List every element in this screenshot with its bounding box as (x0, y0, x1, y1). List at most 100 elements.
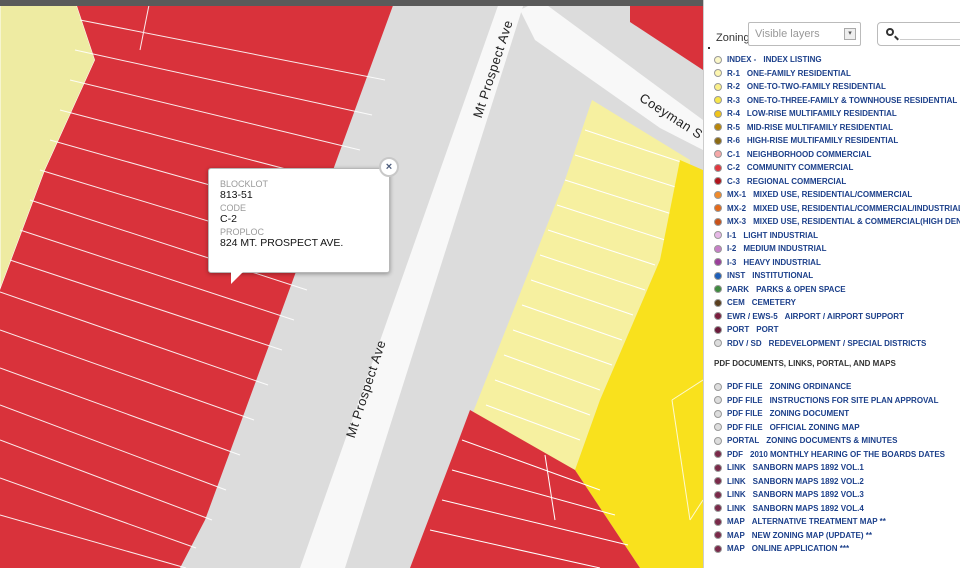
document-type: MAP (727, 530, 745, 540)
popup-value-proploc: 824 MT. PROSPECT AVE. (220, 237, 344, 249)
document-type: LINK (727, 503, 746, 513)
legend-swatch (714, 325, 722, 334)
popup-label-blocklot: BLOCKLOT (220, 179, 269, 189)
legend-item[interactable]: MX-2 MIXED USE, RESIDENTIAL/COMMERCIAL/IN… (714, 202, 960, 216)
document-type: LINK (727, 463, 746, 473)
close-icon[interactable]: × (379, 157, 399, 177)
document-title: SANBORN MAPS 1892 VOL.1 (752, 463, 864, 473)
legend-item[interactable]: R-1 ONE-FAMILY RESIDENTIAL (714, 67, 960, 81)
legend-item[interactable]: C-3 REGIONAL COMMERCIAL (714, 175, 960, 189)
document-link[interactable]: LINK SANBORN MAPS 1892 VOL.4 (714, 502, 960, 516)
legend-description: MIXED USE, RESIDENTIAL/COMMERCIAL/INDUST… (753, 203, 960, 213)
search-icon (886, 28, 894, 36)
legend-swatch (714, 82, 722, 91)
legend-swatch (714, 123, 722, 132)
map-canvas[interactable] (0, 0, 703, 568)
legend-item[interactable]: PORT PORT (714, 323, 960, 337)
popup-pointer (231, 272, 243, 284)
popup-label-code: CODE (220, 203, 247, 213)
legend-code: RDV / SD (727, 338, 762, 348)
legend-item[interactable]: R-2 ONE-TO-TWO-FAMILY RESIDENTIAL (714, 80, 960, 94)
legend-description: MIXED USE, RESIDENTIAL & COMMERCIAL(HIGH… (753, 217, 960, 227)
visible-layers-dropdown[interactable]: Visible layers ▾ (748, 22, 861, 46)
bullet-marker (708, 47, 710, 49)
document-type: LINK (727, 490, 746, 500)
legend-item[interactable]: CEM CEMETERY (714, 296, 960, 310)
legend-description: PARKS & OPEN SPACE (756, 284, 846, 294)
document-bullet-icon (714, 517, 722, 526)
legend-code: R-4 (727, 109, 740, 119)
document-title: ZONING ORDINANCE (769, 382, 852, 392)
document-link[interactable]: MAP ALTERNATIVE TREATMENT MAP ** (714, 515, 960, 529)
document-link[interactable]: PDF FILE INSTRUCTIONS FOR SITE PLAN APPRO… (714, 394, 960, 408)
legend-code: INDEX - (727, 55, 757, 65)
document-title: ALTERNATIVE TREATMENT MAP ** (751, 517, 886, 527)
document-link[interactable]: PDF FILE OFFICIAL ZONING MAP (714, 421, 960, 435)
legend-code: MX-3 (727, 217, 747, 227)
legend-code: R-2 (727, 82, 740, 92)
document-bullet-icon (714, 382, 722, 391)
document-title: NEW ZONING MAP (UPDATE) ** (751, 530, 872, 540)
document-title: SANBORN MAPS 1892 VOL.2 (752, 476, 864, 486)
legend-item[interactable]: PARK PARKS & OPEN SPACE (714, 283, 960, 297)
document-link[interactable]: MAP ONLINE APPLICATION *** (714, 542, 960, 556)
legend-item[interactable]: R-3 ONE-TO-THREE-FAMILY & TOWNHOUSE RESID… (714, 94, 960, 108)
legend-swatch (714, 285, 722, 294)
legend-item[interactable]: INST INSTITUTIONAL (714, 269, 960, 283)
document-type: MAP (727, 517, 745, 527)
document-type: PDF FILE (727, 422, 763, 432)
legend-description: AIRPORT / AIRPORT SUPPORT (784, 311, 904, 321)
document-type: PDF FILE (727, 409, 763, 419)
panel-title: Zoning (716, 32, 750, 44)
legend-code: I-1 (727, 230, 737, 240)
legend-item[interactable]: INDEX - INDEX LISTING (714, 53, 960, 67)
legend-item[interactable]: R-5 MID-RISE MULTIFAMILY RESIDENTIAL (714, 121, 960, 135)
search-input[interactable] (877, 22, 960, 46)
document-link[interactable]: PORTAL ZONING DOCUMENTS & MINUTES (714, 434, 960, 448)
legend-swatch (714, 55, 722, 64)
panel-header: Zoning Visible layers ▾ (704, 20, 960, 50)
legend-code: I-3 (727, 257, 737, 267)
legend-swatch (714, 163, 722, 172)
document-link[interactable]: PDF FILE ZONING DOCUMENT (714, 407, 960, 421)
document-link[interactable]: LINK SANBORN MAPS 1892 VOL.1 (714, 461, 960, 475)
document-link[interactable]: PDF FILE ZONING ORDINANCE (714, 380, 960, 394)
legend-code: C-1 (727, 149, 740, 159)
legend-description: MEDIUM INDUSTRIAL (743, 244, 827, 254)
document-link[interactable]: LINK SANBORN MAPS 1892 VOL.3 (714, 488, 960, 502)
legend-item[interactable]: MX-3 MIXED USE, RESIDENTIAL & COMMERCIAL(… (714, 215, 960, 229)
legend-swatch (714, 339, 722, 348)
map-top-shadow (0, 0, 703, 6)
document-link[interactable]: PDF 2010 MONTHLY HEARING OF THE BOARDS DA… (714, 448, 960, 462)
document-link[interactable]: LINK SANBORN MAPS 1892 VOL.2 (714, 475, 960, 489)
legend-description: ONE-FAMILY RESIDENTIAL (746, 68, 851, 78)
popup-label-proploc: PROPLOC (220, 227, 265, 237)
zoning-map[interactable]: Mt Prospect Ave Mt Prospect Ave Coeyman … (0, 0, 703, 568)
legend-item[interactable]: I-1 LIGHT INDUSTRIAL (714, 229, 960, 243)
document-type: PDF FILE (727, 382, 763, 392)
legend-item[interactable]: C-2 COMMUNITY COMMERCIAL (714, 161, 960, 175)
document-type: PDF FILE (727, 395, 763, 405)
legend-item[interactable]: I-2 MEDIUM INDUSTRIAL (714, 242, 960, 256)
document-bullet-icon (714, 396, 722, 405)
legend-item[interactable]: R-6 HIGH-RISE MULTIFAMILY RESIDENTIAL (714, 134, 960, 148)
legend-description: ONE-TO-TWO-FAMILY RESIDENTIAL (746, 82, 886, 92)
legend-swatch (714, 217, 722, 226)
legend-swatch (714, 136, 722, 145)
document-link[interactable]: MAP NEW ZONING MAP (UPDATE) ** (714, 529, 960, 543)
legend-description: LOW-RISE MULTIFAMILY RESIDENTIAL (746, 109, 897, 119)
legend-description: ONE-TO-THREE-FAMILY & TOWNHOUSE RESIDENT… (746, 95, 958, 105)
legend-item[interactable]: C-1 NEIGHBORHOOD COMMERCIAL (714, 148, 960, 162)
legend-item[interactable]: I-3 HEAVY INDUSTRIAL (714, 256, 960, 270)
legend-swatch (714, 204, 722, 213)
legend-code: MX-1 (727, 190, 747, 200)
document-bullet-icon (714, 477, 722, 486)
legend-code: R-1 (727, 68, 740, 78)
legend-item[interactable]: EWR / EWS-5 AIRPORT / AIRPORT SUPPORT (714, 310, 960, 324)
document-title: 2010 MONTHLY HEARING OF THE BOARDS DATES (750, 449, 945, 459)
legend-item[interactable]: MX-1 MIXED USE, RESIDENTIAL/COMMERCIAL (714, 188, 960, 202)
legend-item[interactable]: R-4 LOW-RISE MULTIFAMILY RESIDENTIAL (714, 107, 960, 121)
visible-layers-placeholder: Visible layers (755, 28, 820, 40)
legend-item[interactable]: RDV / SD REDEVELOPMENT / SPECIAL DISTRICT… (714, 337, 960, 351)
legend-swatch (714, 190, 722, 199)
